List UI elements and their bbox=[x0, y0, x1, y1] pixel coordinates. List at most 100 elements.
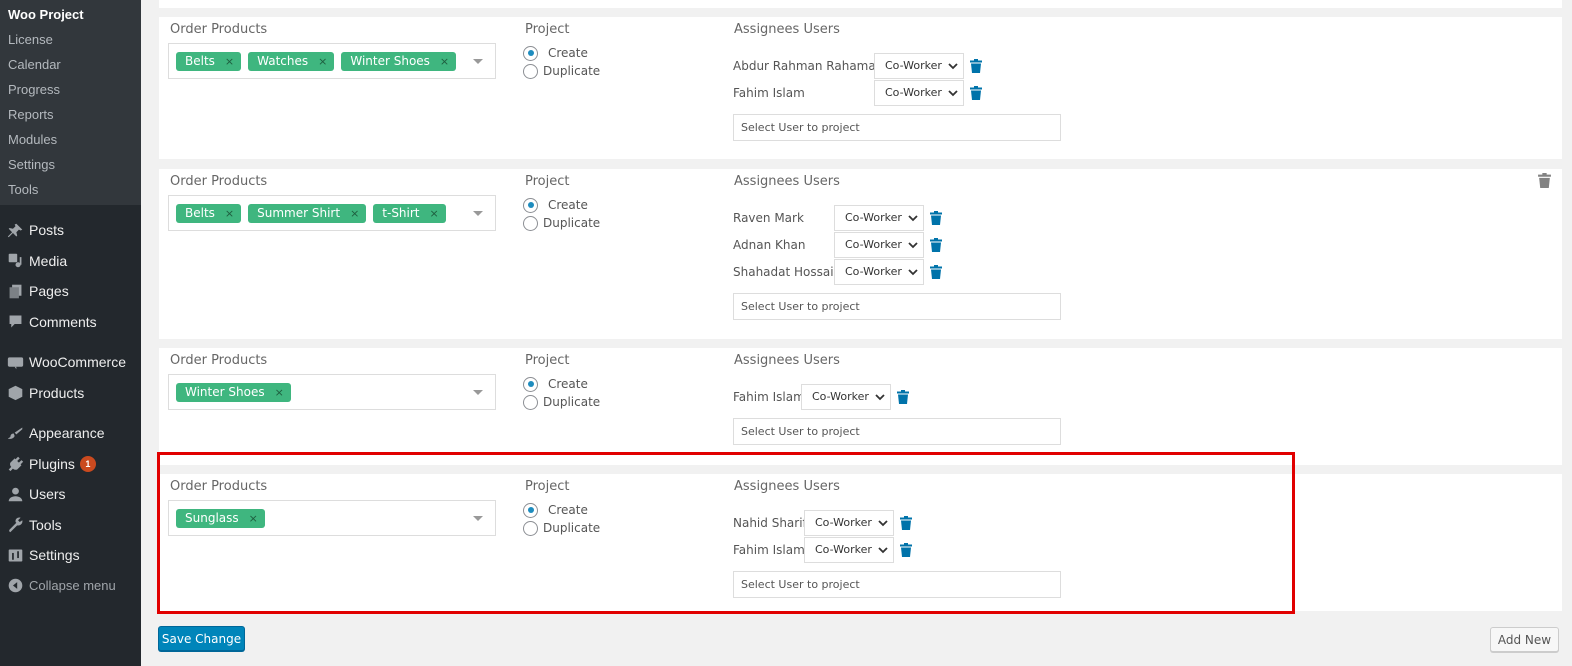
remove-assignee-trash-icon[interactable] bbox=[929, 210, 943, 226]
remove-tag-icon[interactable]: × bbox=[350, 207, 359, 220]
dropdown-caret-icon[interactable] bbox=[473, 390, 483, 395]
assignees-label: Assignees Users bbox=[734, 174, 840, 189]
order-products-select[interactable]: Winter Shoes × bbox=[168, 374, 496, 410]
sidebar-item-tools[interactable]: Tools bbox=[0, 510, 141, 541]
remove-tag-icon[interactable]: × bbox=[440, 55, 449, 68]
sidebar-item-woocommerce[interactable]: WooCommerce bbox=[0, 347, 141, 378]
radio-duplicate[interactable] bbox=[523, 520, 538, 536]
role-select-value: Co-Worker bbox=[885, 59, 942, 72]
sidebar-item-settings[interactable]: Settings bbox=[0, 540, 141, 571]
submenu-item-calendar[interactable]: Calendar bbox=[0, 52, 141, 77]
dropdown-caret-icon[interactable] bbox=[473, 211, 483, 216]
pages-icon bbox=[5, 281, 25, 301]
remove-tag-icon[interactable]: × bbox=[430, 207, 439, 220]
submenu-item-license[interactable]: License bbox=[0, 27, 141, 52]
order-products-select[interactable]: Belts × Watches × Winter Shoes × bbox=[168, 43, 496, 79]
role-select[interactable]: Co-Worker bbox=[801, 383, 891, 410]
product-tag: Belts × bbox=[176, 51, 242, 71]
collapse-menu-button[interactable]: Collapse menu bbox=[0, 571, 141, 602]
plug-icon bbox=[5, 454, 25, 474]
remove-assignee-trash-icon[interactable] bbox=[929, 264, 943, 280]
delete-card-trash-icon[interactable] bbox=[1538, 173, 1552, 189]
sidebar-item-media[interactable]: Media bbox=[0, 246, 141, 277]
radio-create-row[interactable]: Create bbox=[523, 44, 600, 62]
remove-assignee-trash-icon[interactable] bbox=[969, 58, 983, 74]
submenu-item-tools[interactable]: Tools bbox=[0, 177, 141, 202]
radio-create[interactable] bbox=[523, 502, 538, 518]
radio-duplicate[interactable] bbox=[523, 394, 538, 410]
remove-assignee-trash-icon[interactable] bbox=[899, 542, 913, 558]
radio-create-row[interactable]: Create bbox=[523, 501, 600, 519]
sidebar-item-comments[interactable]: Comments bbox=[0, 307, 141, 338]
role-select[interactable]: Co-Worker bbox=[804, 509, 894, 536]
radio-create-row[interactable]: Create bbox=[523, 196, 600, 214]
select-user-input[interactable]: Select User to project bbox=[733, 571, 1061, 598]
radio-duplicate-label: Duplicate bbox=[543, 521, 601, 535]
select-user-placeholder: Select User to project bbox=[741, 121, 860, 134]
submenu-item-modules[interactable]: Modules bbox=[0, 127, 141, 152]
previous-card-partial bbox=[159, 0, 1562, 8]
role-select[interactable]: Co-Worker bbox=[874, 52, 964, 79]
add-new-button[interactable]: Add New bbox=[1490, 627, 1559, 652]
radio-duplicate[interactable] bbox=[523, 63, 538, 79]
submenu-item-progress[interactable]: Progress bbox=[0, 77, 141, 102]
remove-assignee-trash-icon[interactable] bbox=[929, 237, 943, 253]
role-select-value: Co-Worker bbox=[815, 543, 872, 556]
role-select[interactable]: Co-Worker bbox=[834, 204, 924, 231]
plugins-update-badge: 1 bbox=[79, 455, 96, 472]
role-select[interactable]: Co-Worker bbox=[834, 258, 924, 285]
submenu-item-reports[interactable]: Reports bbox=[0, 102, 141, 127]
sidebar-item-products[interactable]: Products bbox=[0, 378, 141, 409]
assignees-list: Abdur Rahman Rahaman Co-Worker Fahim Isl… bbox=[733, 52, 1061, 141]
remove-tag-icon[interactable]: × bbox=[318, 55, 327, 68]
radio-duplicate-row[interactable]: Duplicate bbox=[523, 393, 600, 411]
radio-duplicate-row[interactable]: Duplicate bbox=[523, 214, 600, 232]
assignees-label: Assignees Users bbox=[734, 353, 840, 368]
order-products-select[interactable]: Sunglass × bbox=[168, 500, 496, 536]
remove-assignee-trash-icon[interactable] bbox=[896, 389, 910, 405]
sidebar-item-appearance[interactable]: Appearance bbox=[0, 418, 141, 449]
submenu-item-settings[interactable]: Settings bbox=[0, 152, 141, 177]
product-tag-label: Winter Shoes bbox=[350, 54, 430, 68]
select-user-input[interactable]: Select User to project bbox=[733, 114, 1061, 141]
remove-tag-icon[interactable]: × bbox=[249, 512, 258, 525]
role-select[interactable]: Co-Worker bbox=[834, 231, 924, 258]
dropdown-caret-icon[interactable] bbox=[473, 516, 483, 521]
remove-tag-icon[interactable]: × bbox=[225, 207, 234, 220]
save-change-button[interactable]: Save Change bbox=[158, 626, 245, 651]
select-user-input[interactable]: Select User to project bbox=[733, 418, 1061, 445]
radio-duplicate-row[interactable]: Duplicate bbox=[523, 62, 600, 80]
radio-create-label: Create bbox=[548, 46, 588, 60]
order-products-select[interactable]: Belts × Summer Shirt × t-Shirt × bbox=[168, 195, 496, 231]
radio-create-row[interactable]: Create bbox=[523, 375, 600, 393]
product-tag: Winter Shoes × bbox=[341, 51, 457, 71]
radio-create[interactable] bbox=[523, 45, 538, 61]
woocommerce-icon bbox=[5, 352, 25, 372]
radio-create[interactable] bbox=[523, 376, 538, 392]
remove-assignee-trash-icon[interactable] bbox=[969, 85, 983, 101]
remove-tag-icon[interactable]: × bbox=[225, 55, 234, 68]
select-user-input[interactable]: Select User to project bbox=[733, 293, 1061, 320]
radio-create-label: Create bbox=[548, 503, 588, 517]
submenu-item-woo-project[interactable]: Woo Project bbox=[0, 2, 141, 27]
product-tag: Belts × bbox=[176, 203, 242, 223]
sliders-icon bbox=[5, 545, 25, 565]
sidebar-item-plugins[interactable]: Plugins 1 bbox=[0, 449, 141, 480]
radio-duplicate-row[interactable]: Duplicate bbox=[523, 519, 600, 537]
sidebar-item-pages[interactable]: Pages bbox=[0, 276, 141, 307]
sidebar-label: Settings bbox=[29, 547, 80, 564]
assignee-name: Nahid Sharif bbox=[733, 515, 807, 530]
role-select[interactable]: Co-Worker bbox=[804, 536, 894, 563]
role-select[interactable]: Co-Worker bbox=[874, 79, 964, 106]
dropdown-caret-icon[interactable] bbox=[473, 59, 483, 64]
radio-duplicate-label: Duplicate bbox=[543, 395, 601, 409]
remove-assignee-trash-icon[interactable] bbox=[899, 515, 913, 531]
sidebar-item-posts[interactable]: Posts bbox=[0, 215, 141, 246]
sidebar-label: Comments bbox=[29, 313, 97, 330]
sidebar-item-users[interactable]: Users bbox=[0, 479, 141, 510]
radio-create[interactable] bbox=[523, 197, 538, 213]
product-tag-label: Belts bbox=[185, 54, 215, 68]
remove-tag-icon[interactable]: × bbox=[275, 386, 284, 399]
radio-duplicate[interactable] bbox=[523, 215, 538, 231]
sidebar-label: Users bbox=[29, 486, 66, 503]
